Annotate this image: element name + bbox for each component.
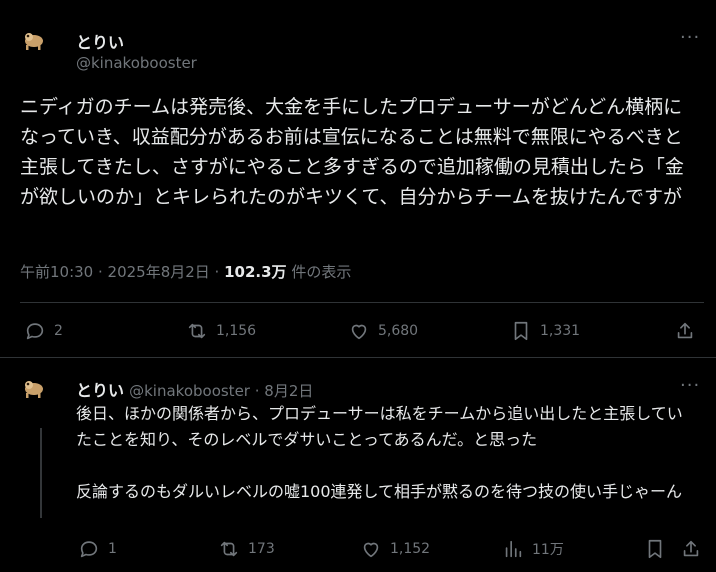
reply-text: 後日、ほかの関係者から、プロデューサーは私をチームから追い出したと主張していたこ… [76, 404, 683, 501]
bookmark-button[interactable] [644, 538, 666, 560]
heart-icon [351, 324, 367, 340]
bookmark-icon [648, 539, 662, 559]
analytics-icon [505, 540, 522, 558]
share-icon [677, 322, 693, 339]
retweet-icon [188, 323, 206, 339]
retweet-count: 1,156 [216, 323, 257, 339]
reply-count: 1 [108, 541, 117, 557]
like-button[interactable]: 1,152 [360, 538, 430, 560]
avatar[interactable] [20, 26, 48, 54]
more-options-icon[interactable]: ··· [680, 27, 700, 48]
retweet-icon [220, 541, 238, 557]
author-name[interactable]: とりい [76, 381, 124, 400]
tweet-meta: 午前10:30 · 2025年8月2日 · 102.3万 件の表示 [20, 261, 351, 282]
like-count: 1,152 [390, 541, 431, 557]
view-count: 11万 [532, 542, 564, 558]
retweet-button[interactable]: 1,156 [186, 320, 256, 342]
reply-button[interactable]: 1 [78, 538, 117, 560]
thread-line [40, 428, 42, 518]
bookmark-icon [514, 321, 528, 341]
share-button[interactable] [680, 538, 702, 560]
author-handle[interactable]: @kinakobooster [129, 382, 250, 400]
tweet-timestamp[interactable]: 午前10:30 · 2025年8月2日 · [20, 263, 224, 281]
share-icon [683, 540, 699, 557]
reply-count: 2 [54, 323, 63, 339]
retweet-button[interactable]: 173 [218, 538, 275, 560]
like-count: 5,680 [378, 323, 419, 339]
more-options-icon[interactable]: ··· [680, 375, 700, 396]
author-handle[interactable]: @kinakobooster [76, 54, 197, 72]
reply-icon [80, 541, 98, 558]
heart-icon [363, 542, 379, 558]
retweet-count: 173 [248, 541, 275, 557]
avatar[interactable] [20, 374, 48, 402]
reply-icon [26, 323, 44, 340]
tweet-text: ニディガのチームは発売後、大金を手にしたプロデューサーがどんどん横柄になっていき… [20, 96, 684, 208]
reply-button[interactable]: 2 [24, 320, 63, 342]
view-count: 102.3万 [224, 263, 287, 281]
reply-header: とりい @kinakobooster · 8月2日 [76, 377, 313, 401]
reply-date[interactable]: · 8月2日 [250, 382, 314, 400]
view-count-label: 件の表示 [286, 263, 352, 281]
bookmark-count: 1,331 [540, 323, 581, 339]
bookmark-button[interactable]: 1,331 [510, 320, 580, 342]
author-name[interactable]: とりい [76, 29, 124, 53]
views-button[interactable]: 11万 [502, 538, 564, 560]
like-button[interactable]: 5,680 [348, 320, 418, 342]
share-button[interactable] [674, 320, 696, 342]
divider [0, 357, 716, 358]
divider [20, 302, 704, 303]
